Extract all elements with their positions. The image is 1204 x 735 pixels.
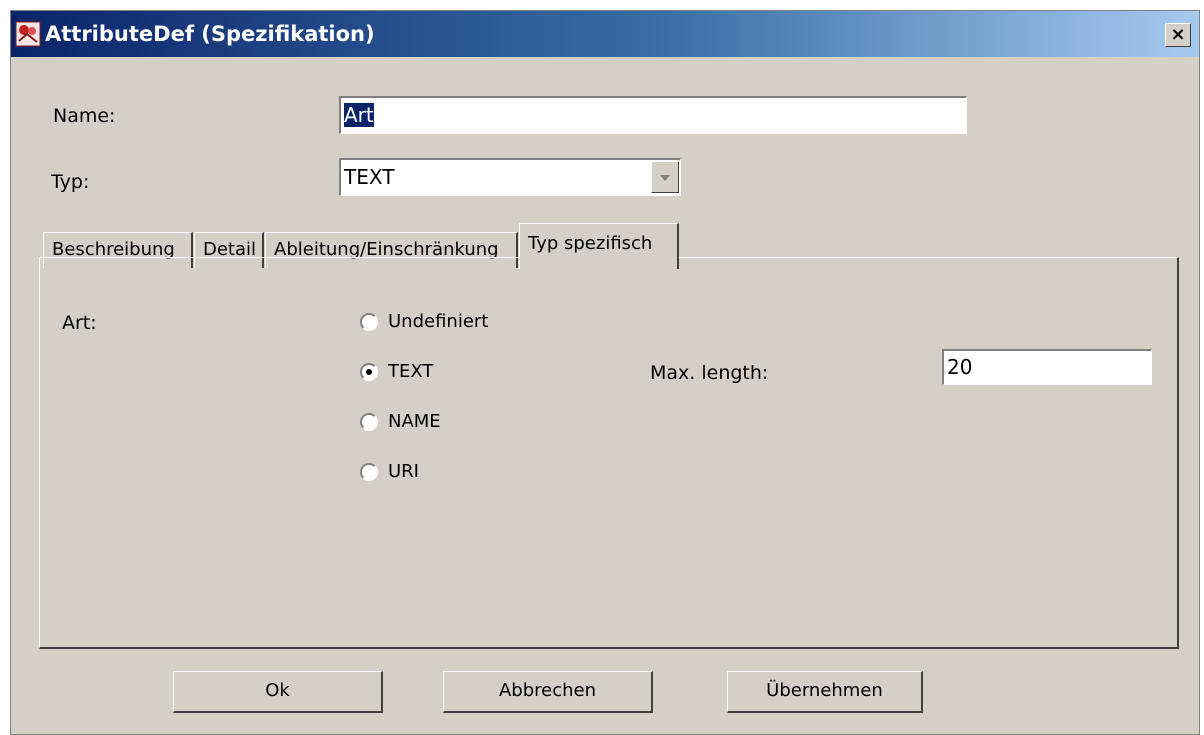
radio-name-label: NAME [388, 411, 441, 432]
tab-typ-spezifisch[interactable]: Typ spezifisch [519, 223, 679, 269]
dialog-window: AttributeDef (Spezifikation) × Name: Art… [10, 10, 1200, 735]
attribute-app-icon [15, 21, 41, 47]
radio-selected-dot [366, 369, 372, 375]
radio-text-circle[interactable] [360, 363, 378, 381]
close-icon[interactable]: × [1165, 23, 1191, 47]
type-dropdown[interactable]: TEXT [339, 158, 681, 196]
max-length-label: Max. length: [650, 362, 769, 384]
name-input[interactable]: Art [339, 96, 967, 134]
radio-undefiniert-label: Undefiniert [388, 311, 489, 332]
radio-undefiniert-circle[interactable] [360, 313, 378, 331]
max-length-input[interactable]: 20 [942, 349, 1152, 385]
apply-button[interactable]: Übernehmen [727, 671, 923, 713]
art-label: Art: [62, 312, 97, 334]
chevron-down-icon[interactable] [651, 161, 679, 193]
name-label: Name: [53, 105, 116, 127]
type-label: Typ: [51, 171, 90, 193]
name-input-value: Art [344, 103, 374, 127]
ok-button[interactable]: Ok [173, 671, 383, 713]
radio-uri-circle[interactable] [360, 463, 378, 481]
type-dropdown-value: TEXT [344, 165, 395, 189]
radio-uri-label: URI [388, 461, 419, 482]
title-bar[interactable]: AttributeDef (Spezifikation) × [11, 11, 1199, 57]
window-title: AttributeDef (Spezifikation) [45, 22, 375, 46]
radio-text-label: TEXT [388, 361, 434, 382]
tab-panel-typ-spezifisch: Art: Undefiniert TEXT NAME URI Max. leng… [39, 257, 1179, 649]
radio-name-circle[interactable] [360, 413, 378, 431]
cancel-button[interactable]: Abbrechen [443, 671, 653, 713]
